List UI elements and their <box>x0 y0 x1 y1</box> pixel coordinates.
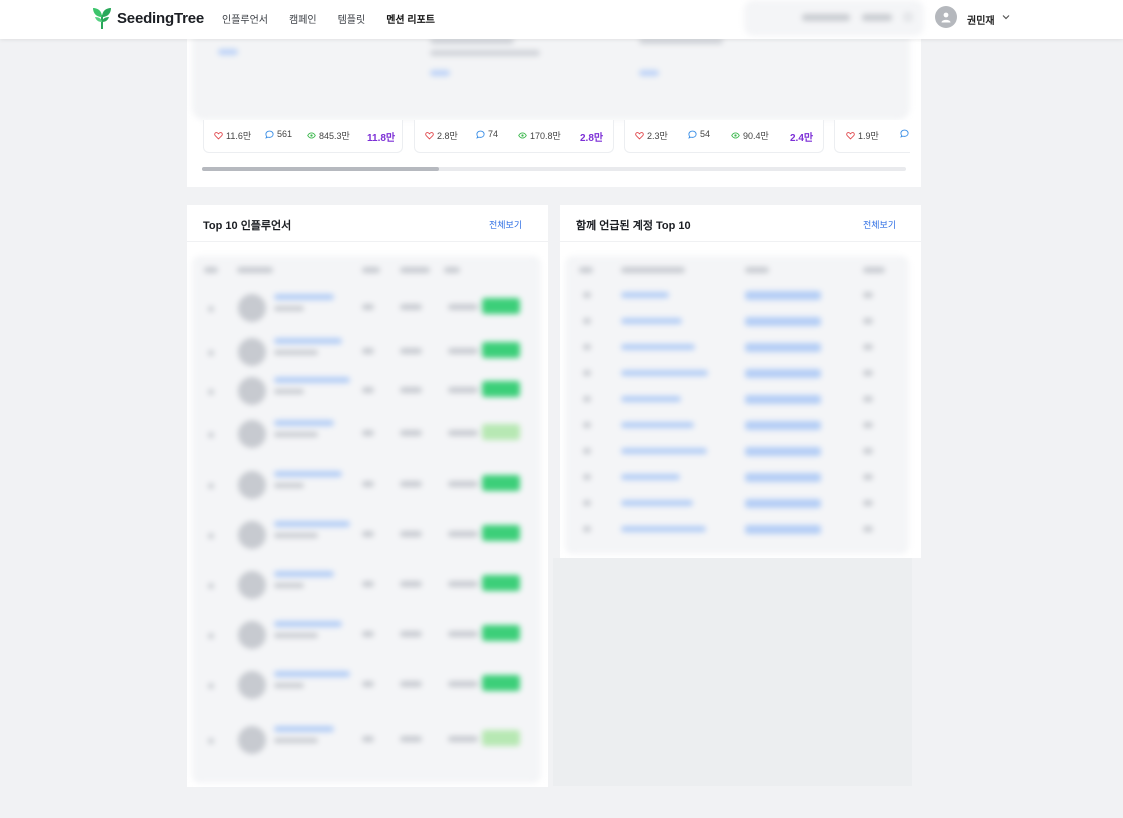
comments-stat: 561 <box>265 129 292 139</box>
views-stat: 845.3만 <box>307 129 350 142</box>
mentioned-accounts-view-all-link[interactable]: 전체보기 <box>863 218 896 231</box>
likes-stat: 11.6만 <box>214 129 251 142</box>
nav-item-mention-report[interactable]: 멘션 리포트 <box>386 11 435 26</box>
likes-stat: 1.9만 <box>846 129 879 142</box>
mentioned-accounts-title: 함께 언급된 계정 Top 10 <box>576 220 691 232</box>
blurred-accounts-table <box>565 256 909 554</box>
comments-value: 561 <box>277 129 293 139</box>
logo-text: SeedingTree <box>117 9 205 27</box>
comment-icon <box>476 130 485 139</box>
heart-icon <box>214 132 223 140</box>
nav-item-templates[interactable]: 템플릿 <box>338 11 366 26</box>
eye-icon <box>307 132 316 139</box>
views-value: 90.4만 <box>743 131 769 141</box>
mentioned-accounts-card: 함께 언급된 계정 Top 10 전체보기 <box>560 205 921 558</box>
comments-value: 74 <box>488 129 499 139</box>
seedling-logo-icon <box>93 8 111 29</box>
comments-stat: 74 <box>476 129 498 139</box>
views-stat: 90.4만 <box>731 129 769 142</box>
likes-value: 2.8만 <box>437 131 458 141</box>
user-icon <box>941 12 951 23</box>
nav-item-campaigns[interactable]: 캠페인 <box>289 11 317 26</box>
total-engagement-value: 2.8만 <box>580 133 604 144</box>
blurred-search-area[interactable] <box>744 0 924 36</box>
likes-value: 11.6만 <box>226 131 252 141</box>
comments-stat <box>900 129 910 138</box>
comments-value: 54 <box>700 129 711 139</box>
likes-stat: 2.8만 <box>425 129 458 142</box>
empty-area <box>553 558 912 786</box>
carousel-scrollbar-thumb[interactable] <box>202 167 439 171</box>
top-navigation-bar: SeedingTree 인플루언서 캠페인 템플릿 멘션 리포트 권민재 <box>0 0 1123 39</box>
comments-stat: 54 <box>688 129 710 139</box>
eye-icon <box>731 132 740 139</box>
post-card[interactable]: 11.6만 561 845.3만 11.8만 <box>203 120 403 153</box>
main-nav: 인플루언서 캠페인 템플릿 멘션 리포트 <box>222 11 456 26</box>
post-card[interactable]: 2.3만 54 90.4만 2.4만 <box>624 120 824 153</box>
heart-icon <box>425 132 434 140</box>
eye-icon <box>518 132 527 139</box>
nav-item-influencers[interactable]: 인플루언서 <box>222 11 268 26</box>
heart-icon <box>635 132 644 140</box>
comment-icon <box>900 129 909 138</box>
top-influencers-card: Top 10 인플루언서 전체보기 <box>187 205 548 787</box>
user-name[interactable]: 권민재 <box>967 12 995 27</box>
post-card[interactable]: 1.9만 <box>834 120 910 153</box>
views-value: 170.8만 <box>530 131 561 141</box>
likes-value: 2.3만 <box>647 131 668 141</box>
post-card[interactable]: 2.8만 74 170.8만 2.8만 <box>414 120 614 153</box>
user-avatar[interactable] <box>935 6 957 28</box>
likes-value: 1.9만 <box>858 131 879 141</box>
total-engagement-value: 11.8만 <box>367 133 396 144</box>
top-influencers-title: Top 10 인플루언서 <box>203 220 292 232</box>
heart-icon <box>846 132 855 140</box>
logo[interactable]: SeedingTree <box>92 6 204 30</box>
views-stat: 170.8만 <box>518 129 561 142</box>
total-engagement-value: 2.4만 <box>790 133 814 144</box>
comment-icon <box>688 130 697 139</box>
comment-icon <box>265 130 274 139</box>
views-value: 845.3만 <box>319 131 350 141</box>
likes-stat: 2.3만 <box>635 129 668 142</box>
top-influencers-view-all-link[interactable]: 전체보기 <box>489 218 522 231</box>
blurred-influencer-table <box>192 256 541 783</box>
chevron-down-icon[interactable] <box>1001 12 1011 22</box>
